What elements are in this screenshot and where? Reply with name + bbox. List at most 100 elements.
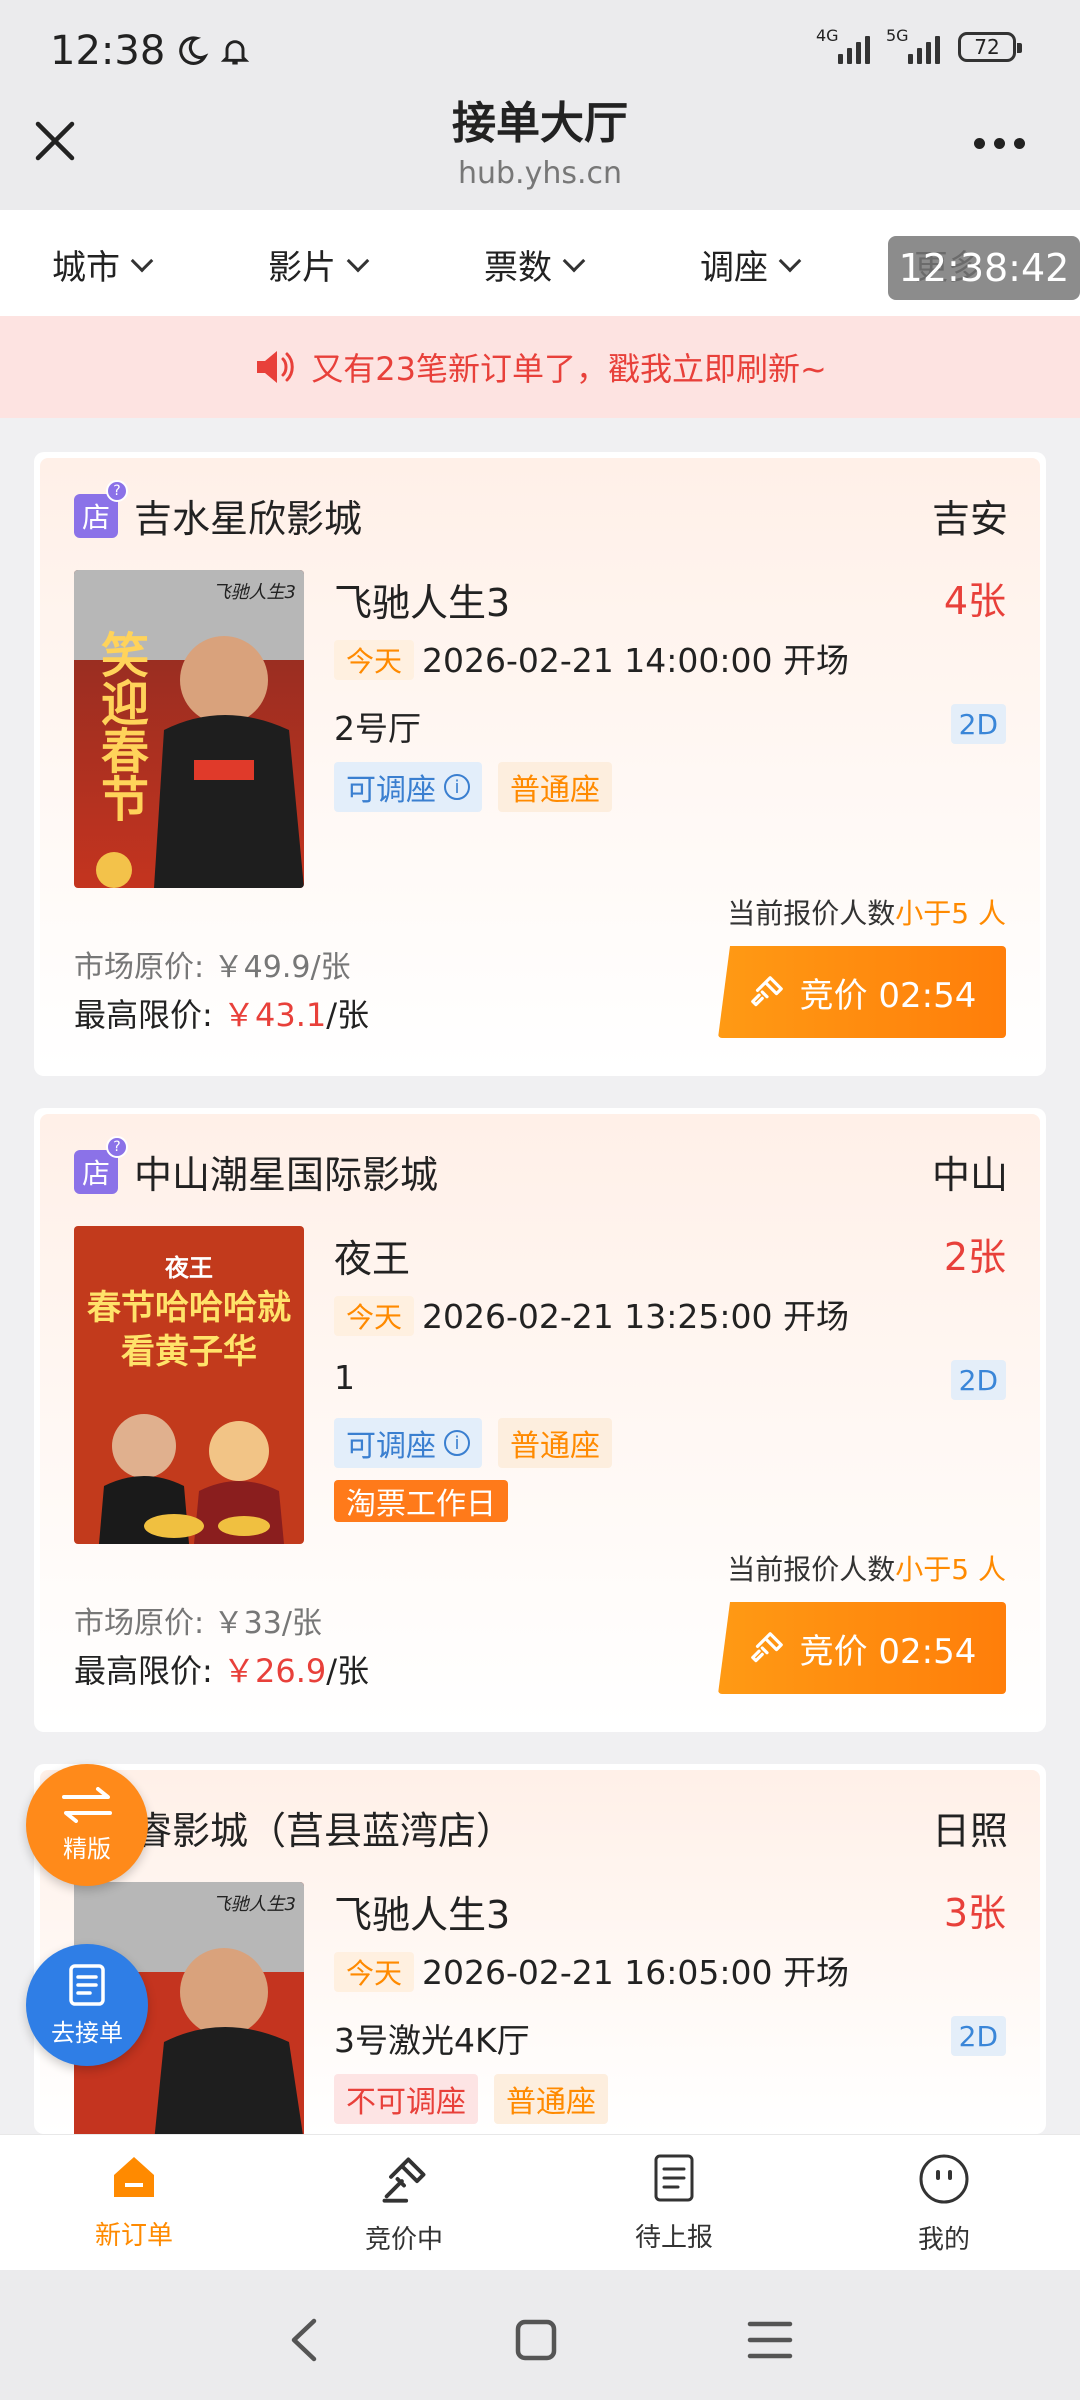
format-badge: 2D <box>950 704 1006 744</box>
bid-button[interactable]: 竞价 02:54 <box>718 1602 1006 1694</box>
ticket-quantity: 4张 <box>943 579 1006 623</box>
swap-icon <box>62 1786 112 1823</box>
net-label-1: 4G <box>816 26 839 45</box>
movie-title: 夜王 <box>334 1237 411 1281</box>
chevron-down-icon <box>778 249 802 272</box>
menu-icon[interactable] <box>740 2310 800 2370</box>
more-options-icon[interactable] <box>974 138 1030 152</box>
chevron-down-icon <box>346 249 370 272</box>
info-icon[interactable]: i <box>444 1430 470 1456</box>
filter-seat[interactable]: 调座 <box>700 240 802 289</box>
order-card[interactable]: 博睿影城（莒县蓝湾店） 日照 飞驰人生3 飞驰人生3 3张 今天 2026-02… <box>34 1764 1046 2134</box>
seat-tags: 不可调座 普通座 <box>334 2074 608 2124</box>
document-icon <box>69 1963 105 2006</box>
nav-pending-report[interactable]: 待上报 <box>584 2153 764 2254</box>
movie-title: 飞驰人生3 <box>334 1893 511 1937</box>
nav-label: 我的 <box>917 2225 970 2255</box>
filter-seat-label: 调座 <box>700 248 768 288</box>
gavel-icon <box>750 1632 783 1663</box>
chevron-down-icon <box>130 249 154 272</box>
net-label-2: 5G <box>886 26 909 45</box>
poster-text: 春节哈哈哈就看黄子华 <box>87 1288 291 1372</box>
today-badge: 今天 <box>334 1952 415 1992</box>
store-icon: 店? <box>74 1136 128 1194</box>
gavel-icon <box>750 976 783 1007</box>
take-orders-button[interactable]: 去接单 <box>26 1944 148 2066</box>
nav-label: 待上报 <box>634 2223 713 2253</box>
showtime: 2026-02-21 13:25:00 开场 <box>422 1297 849 1336</box>
nav-new-orders[interactable]: 新订单 <box>44 2153 224 2252</box>
movie-title: 飞驰人生3 <box>334 581 511 625</box>
movie-poster: 春节哈哈哈就看黄子华 夜王 <box>74 1226 304 1544</box>
filter-movie-label: 影片 <box>268 248 336 288</box>
bell-silent-icon <box>221 40 250 65</box>
document-icon <box>654 2154 694 2202</box>
seat-tags: 可调座 i 普通座 <box>334 762 612 812</box>
seat-not-adjustable-tag: 不可调座 <box>334 2074 478 2124</box>
take-orders-label: 去接单 <box>51 2018 123 2047</box>
status-time-group: 12:38 <box>50 28 251 74</box>
nav-label: 新订单 <box>94 2221 173 2251</box>
signal-4g-icon: 4G <box>816 26 870 64</box>
seat-adjustable-tag[interactable]: 可调座 i <box>334 762 482 812</box>
hall-name: 2号厅 <box>334 709 421 748</box>
ticket-quantity: 2张 <box>943 1235 1006 1279</box>
cinema-city: 吉安 <box>931 497 1008 541</box>
poster-logo: 夜王 <box>165 1254 213 1282</box>
signal-5g-icon: 5G <box>886 26 940 64</box>
filter-city[interactable]: 城市 <box>52 240 154 289</box>
profile-icon <box>919 2154 969 2204</box>
hall-name: 3号激光4K厅 <box>334 2021 530 2060</box>
filter-tickets-label: 票数 <box>484 248 552 288</box>
max-price: 最高限价: ￥43.1/张 <box>74 996 370 1034</box>
poster-logo: 飞驰人生3 <box>212 582 296 603</box>
gavel-icon <box>382 2157 426 2203</box>
max-price: 最高限价: ￥26.9/张 <box>74 1652 370 1690</box>
moon-icon <box>179 36 209 65</box>
bid-count: 当前报价人数小于5 人 <box>727 897 1006 930</box>
format-badge: 2D <box>950 1360 1006 1400</box>
seat-tags: 可调座 i 普通座 <box>334 1418 612 1468</box>
back-icon[interactable] <box>274 2310 334 2370</box>
nav-me[interactable]: 我的 <box>854 2153 1034 2256</box>
version-label: 精版 <box>63 1834 111 1863</box>
movie-poster: 笑迎春节 飞驰人生3 <box>74 570 304 888</box>
status-bar: 12:38 4G 5G 72 <box>0 0 1080 96</box>
seat-type-tag: 普通座 <box>494 2074 608 2124</box>
chevron-down-icon <box>562 249 586 272</box>
bid-count: 当前报价人数小于5 人 <box>727 1553 1006 1586</box>
format-badge: 2D <box>950 2016 1006 2056</box>
hall-name: 1 <box>334 1358 355 1397</box>
showtime: 2026-02-21 14:00:00 开场 <box>422 641 849 680</box>
ticket-quantity: 3张 <box>943 1891 1006 1935</box>
status-time: 12:38 <box>50 28 166 74</box>
version-switch-button[interactable]: 精版 <box>26 1764 148 1886</box>
market-price: 市场原价: ￥33/张 <box>74 1606 322 1641</box>
nav-label: 竞价中 <box>364 2225 443 2255</box>
help-icon[interactable]: ? <box>106 480 128 502</box>
home-square-icon[interactable] <box>506 2310 566 2370</box>
filter-tickets[interactable]: 票数 <box>484 240 586 289</box>
cinema-name: 博睿影城（莒县蓝湾店） <box>96 1809 515 1853</box>
time-overlay: 12:38:42 <box>888 236 1080 300</box>
bottom-nav: 新订单 竞价中 待上报 我的 <box>0 2134 1080 2270</box>
nav-bidding[interactable]: 竞价中 <box>314 2153 494 2256</box>
battery-level: 72 <box>974 35 1000 59</box>
speaker-icon <box>257 351 294 383</box>
extra-tags: 淘票工作日 <box>334 1480 508 1522</box>
new-orders-notice[interactable]: 又有23笔新订单了，戳我立即刷新~ <box>0 316 1080 418</box>
cinema-city: 中山 <box>931 1153 1008 1197</box>
seat-adjustable-tag[interactable]: 可调座 i <box>334 1418 482 1468</box>
seat-type-tag: 普通座 <box>498 762 612 812</box>
bid-button[interactable]: 竞价 02:54 <box>718 946 1006 1038</box>
filter-movie[interactable]: 影片 <box>268 240 370 289</box>
today-badge: 今天 <box>334 1296 415 1336</box>
order-card[interactable]: 店? 中山潮星国际影城 中山 春节哈哈哈就看黄子华 夜王 夜王 2张 今天 20… <box>34 1108 1046 1732</box>
seat-type-tag: 普通座 <box>498 1418 612 1468</box>
status-right: 4G 5G 72 <box>816 26 1022 64</box>
help-icon[interactable]: ? <box>106 1136 128 1158</box>
order-card[interactable]: 店? 吉水星欣影城 吉安 笑迎春节 飞驰人生3 飞驰人生3 4张 今天 2026… <box>34 452 1046 1076</box>
home-icon <box>114 2157 154 2197</box>
info-icon[interactable]: i <box>444 774 470 800</box>
market-price: 市场原价: ￥49.9/张 <box>74 950 351 985</box>
